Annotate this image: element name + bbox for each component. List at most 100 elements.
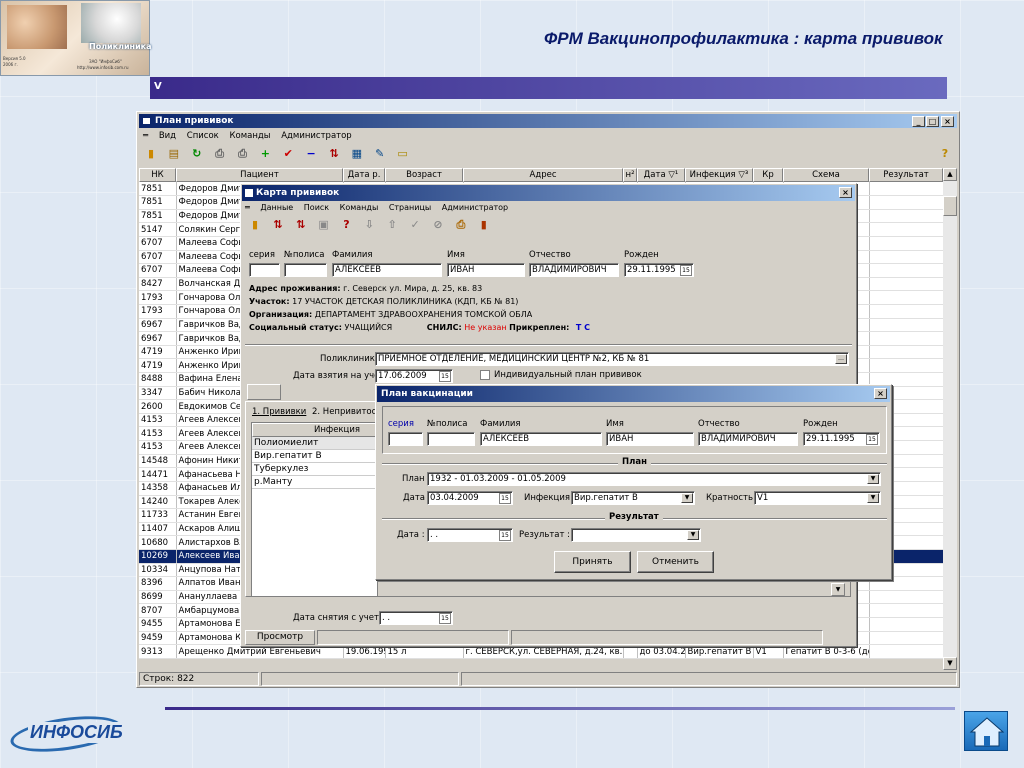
card-check-icon[interactable]: ✓ <box>407 218 423 232</box>
card-book-icon[interactable]: ▮ <box>476 218 492 232</box>
poly-ellipsis-icon[interactable]: … <box>835 354 847 364</box>
menu-commands[interactable]: Команды <box>230 131 271 141</box>
card-menu-icon[interactable]: ═ <box>245 203 250 212</box>
card-tab-blank[interactable] <box>247 384 281 400</box>
infection-item-3[interactable]: Туберкулез <box>252 463 377 476</box>
card-down-icon[interactable]: ⇩ <box>361 218 377 232</box>
card-name-input[interactable]: ИВАН <box>447 263 525 277</box>
calendar-icon[interactable]: 15 <box>866 434 878 445</box>
home-button[interactable] <box>964 711 1008 751</box>
view-tab[interactable]: Просмотр <box>245 630 315 645</box>
card-menu-admin[interactable]: Администратор <box>442 203 508 212</box>
dropdown-arrow-icon[interactable]: ▼ <box>867 474 879 484</box>
exit-icon[interactable]: ▮ <box>143 147 159 161</box>
menu-admin[interactable]: Администратор <box>281 131 352 141</box>
calendar-icon[interactable]: 15 <box>439 613 451 624</box>
plan-fam-input[interactable]: АЛЕКСЕЕВ <box>480 432 602 446</box>
plan-inf-select[interactable]: Вир.гепатит В ▼ <box>571 491 695 505</box>
result-select[interactable]: ▼ <box>571 528 701 542</box>
col-age[interactable]: Возраст <box>385 168 463 182</box>
col-date[interactable]: Дата ▽¹ <box>637 168 685 182</box>
menu-view[interactable]: Вид <box>159 131 176 141</box>
col-scheme[interactable]: Схема <box>783 168 869 182</box>
card-print-icon[interactable]: ⎙ <box>453 218 469 232</box>
dropdown-arrow-icon[interactable]: ▼ <box>687 530 699 540</box>
minus-icon[interactable]: − <box>303 147 319 161</box>
print-icon[interactable]: ⎙ <box>212 147 228 161</box>
help-icon[interactable]: ? <box>937 147 953 161</box>
poly-input[interactable]: ПРИЕМНОЕ ОТДЕЛЕНИЕ, МЕДИЦИНСКИЙ ЦЕНТР №2… <box>375 352 849 366</box>
card-sort2-icon[interactable]: ⇅ <box>293 218 309 232</box>
accept-button[interactable]: Принять <box>554 551 631 573</box>
add-icon[interactable]: + <box>257 147 273 161</box>
card-combo-button[interactable]: ▼ <box>831 583 845 596</box>
card-menu-pages[interactable]: Страницы <box>389 203 431 212</box>
grid-icon[interactable]: ▦ <box>349 147 365 161</box>
plan-date-input[interactable]: 03.04.2009 15 <box>427 491 513 505</box>
plan-close-button[interactable]: × <box>874 388 887 399</box>
scroll-thumb[interactable] <box>943 196 957 216</box>
plan-polis-input[interactable] <box>427 432 475 446</box>
result-date-input[interactable]: . . 15 <box>427 528 513 542</box>
check-icon[interactable]: ✔ <box>280 147 296 161</box>
scroll-down-button[interactable]: ▼ <box>943 657 957 670</box>
card-sort-icon[interactable]: ⇅ <box>270 218 286 232</box>
dropdown-arrow-icon[interactable]: ▼ <box>681 493 693 503</box>
menu-icon[interactable]: ═ <box>143 131 148 141</box>
plan-name-input[interactable]: ИВАН <box>606 432 694 446</box>
card-menu-data[interactable]: Данные <box>260 203 293 212</box>
date-taken-input[interactable]: 17.06.2009 15 <box>375 369 453 383</box>
minimize-button[interactable]: _ <box>912 116 925 127</box>
card-save-icon[interactable]: ▣ <box>316 218 332 232</box>
card-polis-input[interactable] <box>284 263 327 277</box>
col-n2[interactable]: н² <box>623 168 637 182</box>
plan-select[interactable]: 1932 - 01.03.2009 - 01.05.2009 ▼ <box>427 472 881 486</box>
card-exit-icon[interactable]: ▮ <box>247 218 263 232</box>
plan-krat-select[interactable]: V1 ▼ <box>754 491 881 505</box>
calendar-icon[interactable]: 15 <box>439 371 451 382</box>
refresh-icon[interactable]: ↻ <box>189 147 205 161</box>
col-nk[interactable]: НК <box>139 168 176 182</box>
col-address[interactable]: Адрес <box>463 168 623 182</box>
close-button[interactable]: × <box>941 116 954 127</box>
cancel-button[interactable]: Отменить <box>637 551 714 573</box>
vertical-scrollbar[interactable]: ▲ ▼ <box>943 168 957 670</box>
card-up-icon[interactable]: ⇧ <box>384 218 400 232</box>
card-seria-input[interactable] <box>249 263 280 277</box>
col-patient[interactable]: Пациент <box>176 168 343 182</box>
dropdown-arrow-icon[interactable]: ▼ <box>867 493 879 503</box>
infection-item-4[interactable]: р.Манту <box>252 476 377 489</box>
col-infection[interactable]: Инфекция ▽³ <box>685 168 753 182</box>
infection-item-1[interactable]: Полиомиелит <box>252 437 377 450</box>
infection-item-2[interactable]: Вир.гепатит В <box>252 450 377 463</box>
date-removed-input[interactable]: . . 15 <box>379 611 453 625</box>
note-icon[interactable]: ▭ <box>395 147 411 161</box>
card-cancel-icon[interactable]: ⊘ <box>430 218 446 232</box>
card-query-icon[interactable]: ? <box>339 218 355 232</box>
plan-born-input[interactable]: 29.11.1995 15 <box>803 432 880 446</box>
calendar-icon[interactable]: 15 <box>499 530 511 541</box>
calendar-icon[interactable]: 15 <box>680 265 692 276</box>
print2-icon[interactable]: ⎙ <box>235 147 251 161</box>
card-close-button[interactable]: × <box>839 187 852 198</box>
card-fam-input[interactable]: АЛЕКСЕЕВ <box>332 263 442 277</box>
menu-list[interactable]: Список <box>187 131 219 141</box>
card-otch-input[interactable]: ВЛАДИМИРОВИЧ <box>529 263 619 277</box>
tab-non-vaccinated[interactable]: 2. Непривитость <box>312 407 378 417</box>
edit-icon[interactable]: ✎ <box>372 147 388 161</box>
open-icon[interactable]: ▤ <box>166 147 182 161</box>
plan-otch-input[interactable]: ВЛАДИМИРОВИЧ <box>698 432 798 446</box>
sort-icon[interactable]: ⇅ <box>326 147 342 161</box>
individual-checkbox[interactable] <box>480 370 490 380</box>
maximize-button[interactable]: □ <box>926 116 939 127</box>
tab-vaccinations[interactable]: 1. Прививки <box>252 407 306 417</box>
calendar-icon[interactable]: 15 <box>499 493 511 504</box>
col-result[interactable]: Результат <box>869 168 943 182</box>
col-kr[interactable]: Кр <box>753 168 783 182</box>
card-born-input[interactable]: 29.11.1995 15 <box>624 263 694 277</box>
scroll-up-button[interactable]: ▲ <box>943 168 957 181</box>
plan-seria-input[interactable] <box>388 432 423 446</box>
col-dob[interactable]: Дата р. <box>343 168 385 182</box>
card-menu-search[interactable]: Поиск <box>304 203 329 212</box>
card-menu-commands[interactable]: Команды <box>340 203 379 212</box>
